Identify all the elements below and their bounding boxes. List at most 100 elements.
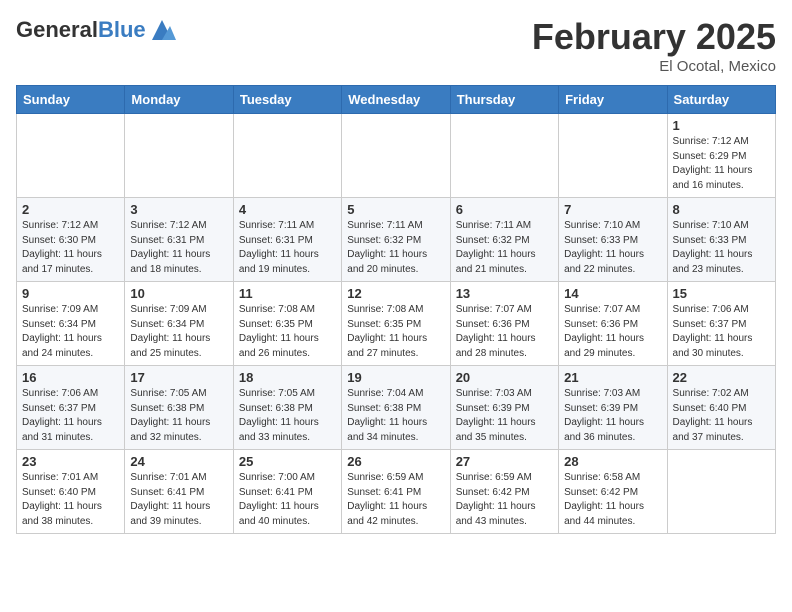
day-cell: 12 Sunrise: 7:08 AM Sunset: 6:35 PM Dayli… [342,282,450,366]
day-cell: 6 Sunrise: 7:11 AM Sunset: 6:32 PM Daylig… [450,198,558,282]
day-cell [450,114,558,198]
day-number: 26 [347,454,444,469]
day-number: 4 [239,202,336,217]
weekday-header-saturday: Saturday [667,86,775,114]
day-info: Sunrise: 7:07 AM Sunset: 6:36 PM Dayligh… [564,303,661,361]
logo-general-text: General [16,17,98,42]
day-info: Sunrise: 7:08 AM Sunset: 6:35 PM Dayligh… [239,303,336,361]
day-number: 28 [564,454,661,469]
day-info: Sunrise: 7:05 AM Sunset: 6:38 PM Dayligh… [130,387,227,445]
day-cell: 28 Sunrise: 6:58 AM Sunset: 6:42 PM Dayli… [559,450,667,534]
week-row-2: 2 Sunrise: 7:12 AM Sunset: 6:30 PM Daylig… [17,198,776,282]
day-cell: 25 Sunrise: 7:00 AM Sunset: 6:41 PM Dayli… [233,450,341,534]
day-number: 20 [456,370,553,385]
day-info: Sunrise: 7:07 AM Sunset: 6:36 PM Dayligh… [456,303,553,361]
week-row-4: 16Sunrise: 7:06 AM Sunset: 6:37 PM Dayli… [17,366,776,450]
day-number: 7 [564,202,661,217]
day-info: Sunrise: 7:08 AM Sunset: 6:35 PM Dayligh… [347,303,444,361]
day-info: Sunrise: 7:01 AM Sunset: 6:40 PM Dayligh… [22,471,119,529]
weekday-header-tuesday: Tuesday [233,86,341,114]
day-number: 13 [456,286,553,301]
day-info: Sunrise: 7:10 AM Sunset: 6:33 PM Dayligh… [564,219,661,277]
weekday-header-monday: Monday [125,86,233,114]
day-number: 10 [130,286,227,301]
day-number: 21 [564,370,661,385]
day-number: 16 [22,370,119,385]
day-info: Sunrise: 7:00 AM Sunset: 6:41 PM Dayligh… [239,471,336,529]
day-number: 3 [130,202,227,217]
day-number: 6 [456,202,553,217]
day-info: Sunrise: 7:10 AM Sunset: 6:33 PM Dayligh… [673,219,770,277]
day-number: 19 [347,370,444,385]
day-info: Sunrise: 7:11 AM Sunset: 6:31 PM Dayligh… [239,219,336,277]
page-header: GeneralBlue February 2025 El Ocotal, Mex… [16,16,776,75]
day-cell: 9 Sunrise: 7:09 AM Sunset: 6:34 PM Daylig… [17,282,125,366]
day-cell: 4 Sunrise: 7:11 AM Sunset: 6:31 PM Daylig… [233,198,341,282]
calendar-table: SundayMondayTuesdayWednesdayThursdayFrid… [16,85,776,534]
day-cell: 3 Sunrise: 7:12 AM Sunset: 6:31 PM Daylig… [125,198,233,282]
day-number: 15 [673,286,770,301]
day-cell: 11 Sunrise: 7:08 AM Sunset: 6:35 PM Dayli… [233,282,341,366]
weekday-header-row: SundayMondayTuesdayWednesdayThursdayFrid… [17,86,776,114]
day-cell: 26 Sunrise: 6:59 AM Sunset: 6:41 PM Dayli… [342,450,450,534]
day-cell: 2 Sunrise: 7:12 AM Sunset: 6:30 PM Daylig… [17,198,125,282]
day-number: 11 [239,286,336,301]
day-info: Sunrise: 7:12 AM Sunset: 6:30 PM Dayligh… [22,219,119,277]
week-row-5: 23 Sunrise: 7:01 AM Sunset: 6:40 PM Dayli… [17,450,776,534]
title-area: February 2025 El Ocotal, Mexico [532,16,776,75]
logo: GeneralBlue [16,16,176,44]
day-cell: 18 Sunrise: 7:05 AM Sunset: 6:38 PM Dayli… [233,366,341,450]
day-cell [17,114,125,198]
day-info: Sunrise: 7:05 AM Sunset: 6:38 PM Dayligh… [239,387,336,445]
day-info: Sunrise: 7:12 AM Sunset: 6:29 PM Dayligh… [673,135,770,193]
day-number: 12 [347,286,444,301]
weekday-header-sunday: Sunday [17,86,125,114]
day-cell [233,114,341,198]
week-row-3: 9 Sunrise: 7:09 AM Sunset: 6:34 PM Daylig… [17,282,776,366]
weekday-header-thursday: Thursday [450,86,558,114]
day-info: Sunrise: 6:59 AM Sunset: 6:42 PM Dayligh… [456,471,553,529]
day-info: Sunrise: 6:58 AM Sunset: 6:42 PM Dayligh… [564,471,661,529]
day-cell: 7 Sunrise: 7:10 AM Sunset: 6:33 PM Daylig… [559,198,667,282]
week-row-1: 1 Sunrise: 7:12 AM Sunset: 6:29 PM Daylig… [17,114,776,198]
month-title: February 2025 [532,16,776,58]
day-cell: 5 Sunrise: 7:11 AM Sunset: 6:32 PM Daylig… [342,198,450,282]
day-info: Sunrise: 7:09 AM Sunset: 6:34 PM Dayligh… [22,303,119,361]
day-number: 17 [130,370,227,385]
day-info: Sunrise: 7:01 AM Sunset: 6:41 PM Dayligh… [130,471,227,529]
day-number: 18 [239,370,336,385]
day-number: 23 [22,454,119,469]
day-number: 14 [564,286,661,301]
day-number: 27 [456,454,553,469]
day-cell: 20 Sunrise: 7:03 AM Sunset: 6:39 PM Dayli… [450,366,558,450]
day-info: Sunrise: 7:12 AM Sunset: 6:31 PM Dayligh… [130,219,227,277]
day-cell: 19 Sunrise: 7:04 AM Sunset: 6:38 PM Dayli… [342,366,450,450]
day-info: Sunrise: 7:02 AM Sunset: 6:40 PM Dayligh… [673,387,770,445]
day-cell: 14 Sunrise: 7:07 AM Sunset: 6:36 PM Dayli… [559,282,667,366]
day-number: 8 [673,202,770,217]
day-number: 5 [347,202,444,217]
day-info: Sunrise: 6:59 AM Sunset: 6:41 PM Dayligh… [347,471,444,529]
day-info: Sunrise: 7:11 AM Sunset: 6:32 PM Dayligh… [347,219,444,277]
day-cell: 10Sunrise: 7:09 AM Sunset: 6:34 PM Dayli… [125,282,233,366]
day-info: Sunrise: 7:04 AM Sunset: 6:38 PM Dayligh… [347,387,444,445]
day-number: 9 [22,286,119,301]
weekday-header-friday: Friday [559,86,667,114]
day-cell: 22Sunrise: 7:02 AM Sunset: 6:40 PM Dayli… [667,366,775,450]
day-cell: 17 Sunrise: 7:05 AM Sunset: 6:38 PM Dayli… [125,366,233,450]
day-cell: 8 Sunrise: 7:10 AM Sunset: 6:33 PM Daylig… [667,198,775,282]
day-cell: 21Sunrise: 7:03 AM Sunset: 6:39 PM Dayli… [559,366,667,450]
logo-blue-text: Blue [98,17,146,42]
day-info: Sunrise: 7:11 AM Sunset: 6:32 PM Dayligh… [456,219,553,277]
location: El Ocotal, Mexico [532,58,776,75]
day-info: Sunrise: 7:06 AM Sunset: 6:37 PM Dayligh… [673,303,770,361]
day-number: 1 [673,118,770,133]
day-number: 25 [239,454,336,469]
day-number: 24 [130,454,227,469]
day-cell: 27 Sunrise: 6:59 AM Sunset: 6:42 PM Dayli… [450,450,558,534]
day-number: 2 [22,202,119,217]
day-info: Sunrise: 7:03 AM Sunset: 6:39 PM Dayligh… [456,387,553,445]
day-cell [125,114,233,198]
day-cell [342,114,450,198]
day-cell: 13 Sunrise: 7:07 AM Sunset: 6:36 PM Dayli… [450,282,558,366]
